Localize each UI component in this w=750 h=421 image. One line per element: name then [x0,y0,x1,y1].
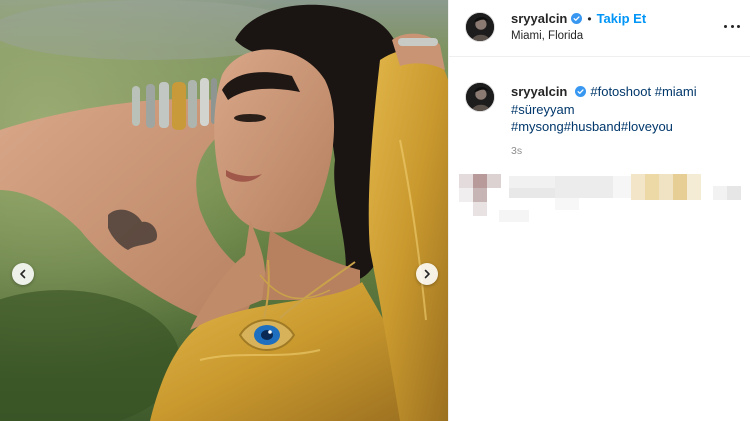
location-link[interactable]: Miami, Florida [511,30,583,42]
hashtag-link[interactable]: #süreyyam [511,102,575,117]
hashtag-link[interactable]: #mysong [511,119,564,134]
next-photo-button[interactable] [416,263,438,285]
username-link[interactable]: sryyalcin [511,11,567,26]
post-sidebar: sryyalcin • Takip Et Miami, Florida sryy… [448,0,750,421]
hashtag-link[interactable]: #miami [655,84,697,99]
post-photo[interactable] [0,0,448,421]
verified-badge-icon [571,13,583,24]
previous-photo-button[interactable] [12,263,34,285]
avatar-image [466,13,494,41]
chevron-left-icon [20,269,26,279]
post-timestamp[interactable]: 3s [511,145,522,157]
photo-illustration [0,0,448,421]
blurred-comment [459,170,749,230]
instagram-post: sryyalcin • Takip Et Miami, Florida sryy… [0,0,750,421]
hashtag-link[interactable]: #husband [564,119,621,134]
more-horizontal-icon [724,24,727,28]
more-horizontal-icon [737,24,740,28]
post-caption: sryyalcin #fotoshoot #miami #süreyyam #mys… [511,83,731,136]
verified-badge-icon [575,86,587,97]
avatar[interactable] [465,12,495,42]
caption-avatar[interactable] [465,82,495,112]
caption-username-link[interactable]: sryyalcin [511,84,567,99]
header-title-row: sryyalcin • Takip Et [511,11,646,26]
avatar-image [466,83,494,111]
hashtag-link[interactable]: #loveyou [621,119,673,134]
follow-button[interactable]: Takip Et [597,11,647,26]
header-separator: • [587,11,592,26]
pixelated-comment-image [459,174,741,222]
post-header: sryyalcin • Takip Et Miami, Florida [449,0,750,57]
more-horizontal-icon [730,24,734,28]
hashtag-link[interactable]: #fotoshoot [590,84,651,99]
chevron-right-icon [424,269,430,279]
more-options-button[interactable] [720,18,744,34]
